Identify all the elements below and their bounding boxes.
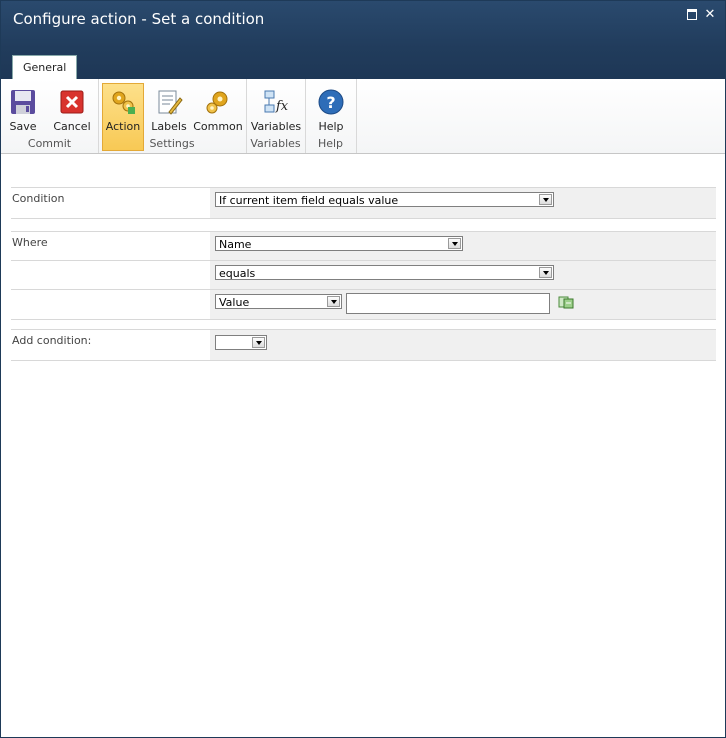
ribbon-group-settings: Action Labels Common Settings <box>98 79 247 153</box>
operator-row: equals <box>11 260 716 289</box>
condition-label: Condition <box>12 192 65 205</box>
ribbon-group-variables: fx Variables Variables <box>246 79 306 153</box>
condition-row: Condition If current item field equals v… <box>11 187 716 218</box>
tab-general[interactable]: General <box>12 55 78 79</box>
maximize-icon[interactable] <box>685 9 699 22</box>
svg-text:fx: fx <box>275 99 289 114</box>
group-label-settings: Settings <box>149 137 195 150</box>
title-bar: Configure action - Set a condition ✕ Gen… <box>1 1 725 79</box>
close-icon[interactable]: ✕ <box>703 8 717 21</box>
dialog-title: Configure action - Set a condition <box>13 10 265 28</box>
chevron-down-icon[interactable] <box>252 337 265 348</box>
condition-select[interactable]: If current item field equals value <box>215 192 554 207</box>
add-condition-row: Add condition: <box>11 329 716 361</box>
operator-select[interactable]: equals <box>215 265 554 280</box>
lookup-icon[interactable] <box>558 295 574 309</box>
function-icon: fx <box>264 90 289 114</box>
save-icon <box>11 90 35 114</box>
dialog-window: Configure action - Set a condition ✕ Gen… <box>0 0 726 738</box>
gear-icon <box>206 91 228 114</box>
labels-icon <box>158 90 183 115</box>
gears-icon <box>112 91 135 114</box>
group-label-variables: Variables <box>250 137 301 150</box>
group-label-help: Help <box>317 137 344 150</box>
chevron-down-icon[interactable] <box>539 267 552 278</box>
chevron-down-icon[interactable] <box>539 194 552 205</box>
condition-form: Condition If current item field equals v… <box>11 187 716 361</box>
svg-text:?: ? <box>326 93 335 112</box>
add-condition-label: Add condition: <box>12 334 92 347</box>
ribbon-group-help: ? Help Help <box>305 79 357 153</box>
value-type-select[interactable]: Value <box>215 294 342 309</box>
help-icon: ? <box>318 89 344 115</box>
where-row: Where Name <box>11 231 716 260</box>
value-row: Value <box>11 289 716 319</box>
chevron-down-icon[interactable] <box>327 296 340 307</box>
field-select[interactable]: Name <box>215 236 463 251</box>
group-label-commit: Commit <box>27 137 72 150</box>
add-condition-select[interactable] <box>215 335 267 350</box>
ribbon: Save Cancel Commit Action Labels Common … <box>1 79 725 154</box>
where-label: Where <box>12 236 48 249</box>
ribbon-group-commit: Save Cancel Commit <box>1 79 99 153</box>
value-input[interactable] <box>346 293 550 314</box>
chevron-down-icon[interactable] <box>448 238 461 249</box>
cancel-icon <box>60 90 84 114</box>
